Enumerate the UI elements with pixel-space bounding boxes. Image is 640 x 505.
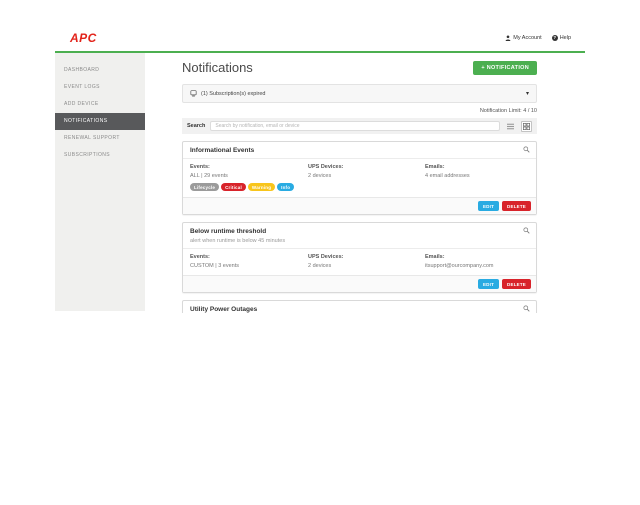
user-icon [505,35,511,41]
device-icon [190,90,197,97]
search-details-icon[interactable] [523,146,530,153]
grid-view-button[interactable] [521,121,532,132]
emails-value: itsupport@ourcompany.com [425,263,529,269]
sidebar-item-event-logs[interactable]: EVENT LOGS [55,79,145,96]
emails-value: 4 email addresses [425,173,529,179]
devices-label: UPS Devices: [308,164,425,170]
notification-card: Below runtime threshold alert when runti… [182,222,537,293]
notification-card: Utility Power Outages Utility Power Out … [182,300,537,313]
severity-badges: Lifecycle Critical Warning Info [190,183,308,191]
badge-critical: Critical [221,183,246,191]
banner-text: (1) Subscription(s) expired [201,91,266,97]
card-title: Utility Power Outages [190,306,529,313]
events-value: CUSTOM | 3 events [190,263,308,269]
apc-logo: APC [70,31,97,45]
card-title: Informational Events [190,147,529,154]
sidebar-item-dashboard[interactable]: DASHBOARD [55,62,145,79]
search-bar: Search [182,118,537,134]
sidebar-item-add-device[interactable]: ADD DEVICE [55,96,145,113]
emails-label: Emails: [425,164,529,170]
edit-button[interactable]: EDIT [478,279,499,289]
add-notification-button[interactable]: + NOTIFICATION [473,61,537,75]
app-page: APC My Account ? Help DASHBOARD EVENT LO… [55,25,585,313]
sidebar-item-notifications[interactable]: NOTIFICATIONS [55,113,145,130]
search-details-icon[interactable] [523,227,530,234]
devices-value: 2 devices [308,173,425,179]
my-account-button[interactable]: My Account [505,35,541,41]
sidebar-item-subscriptions[interactable]: SUBSCRIPTIONS [55,147,145,164]
notification-card: Informational Events Events: ALL | 29 ev… [182,141,537,215]
events-value: ALL | 29 events [190,173,308,179]
badge-info: Info [277,183,294,191]
list-view-icon [507,123,514,130]
events-label: Events: [190,164,308,170]
my-account-label: My Account [513,35,541,41]
subscription-expired-banner[interactable]: (1) Subscription(s) expired ▾ [182,84,537,103]
card-title: Below runtime threshold [190,228,529,235]
events-label: Events: [190,254,308,260]
help-button[interactable]: ? Help [552,35,571,41]
help-label: Help [560,35,571,41]
delete-button[interactable]: DELETE [502,279,531,289]
search-input[interactable] [210,121,500,131]
badge-lifecycle: Lifecycle [190,183,219,191]
delete-button[interactable]: DELETE [502,201,531,211]
header-links: My Account ? Help [505,35,571,41]
devices-value: 2 devices [308,263,425,269]
emails-label: Emails: [425,254,529,260]
page-title: Notifications [182,60,253,75]
edit-button[interactable]: EDIT [478,201,499,211]
help-icon: ? [552,35,558,41]
main-content: Notifications + NOTIFICATION (1) Subscri… [145,53,585,311]
notification-limit: Notification Limit: 4 / 10 [182,108,537,114]
list-view-button[interactable] [505,121,516,132]
sidebar: DASHBOARD EVENT LOGS ADD DEVICE NOTIFICA… [55,53,145,311]
grid-view-icon [523,123,530,130]
search-details-icon[interactable] [523,305,530,312]
chevron-down-icon[interactable]: ▾ [526,90,529,97]
sidebar-item-renewal-support[interactable]: RENEWAL SUPPORT [55,130,145,147]
search-label: Search [187,123,205,129]
devices-label: UPS Devices: [308,254,425,260]
top-header: APC My Account ? Help [55,25,585,53]
card-subtitle: alert when runtime is below 45 minutes [190,238,529,244]
badge-warning: Warning [248,183,275,191]
